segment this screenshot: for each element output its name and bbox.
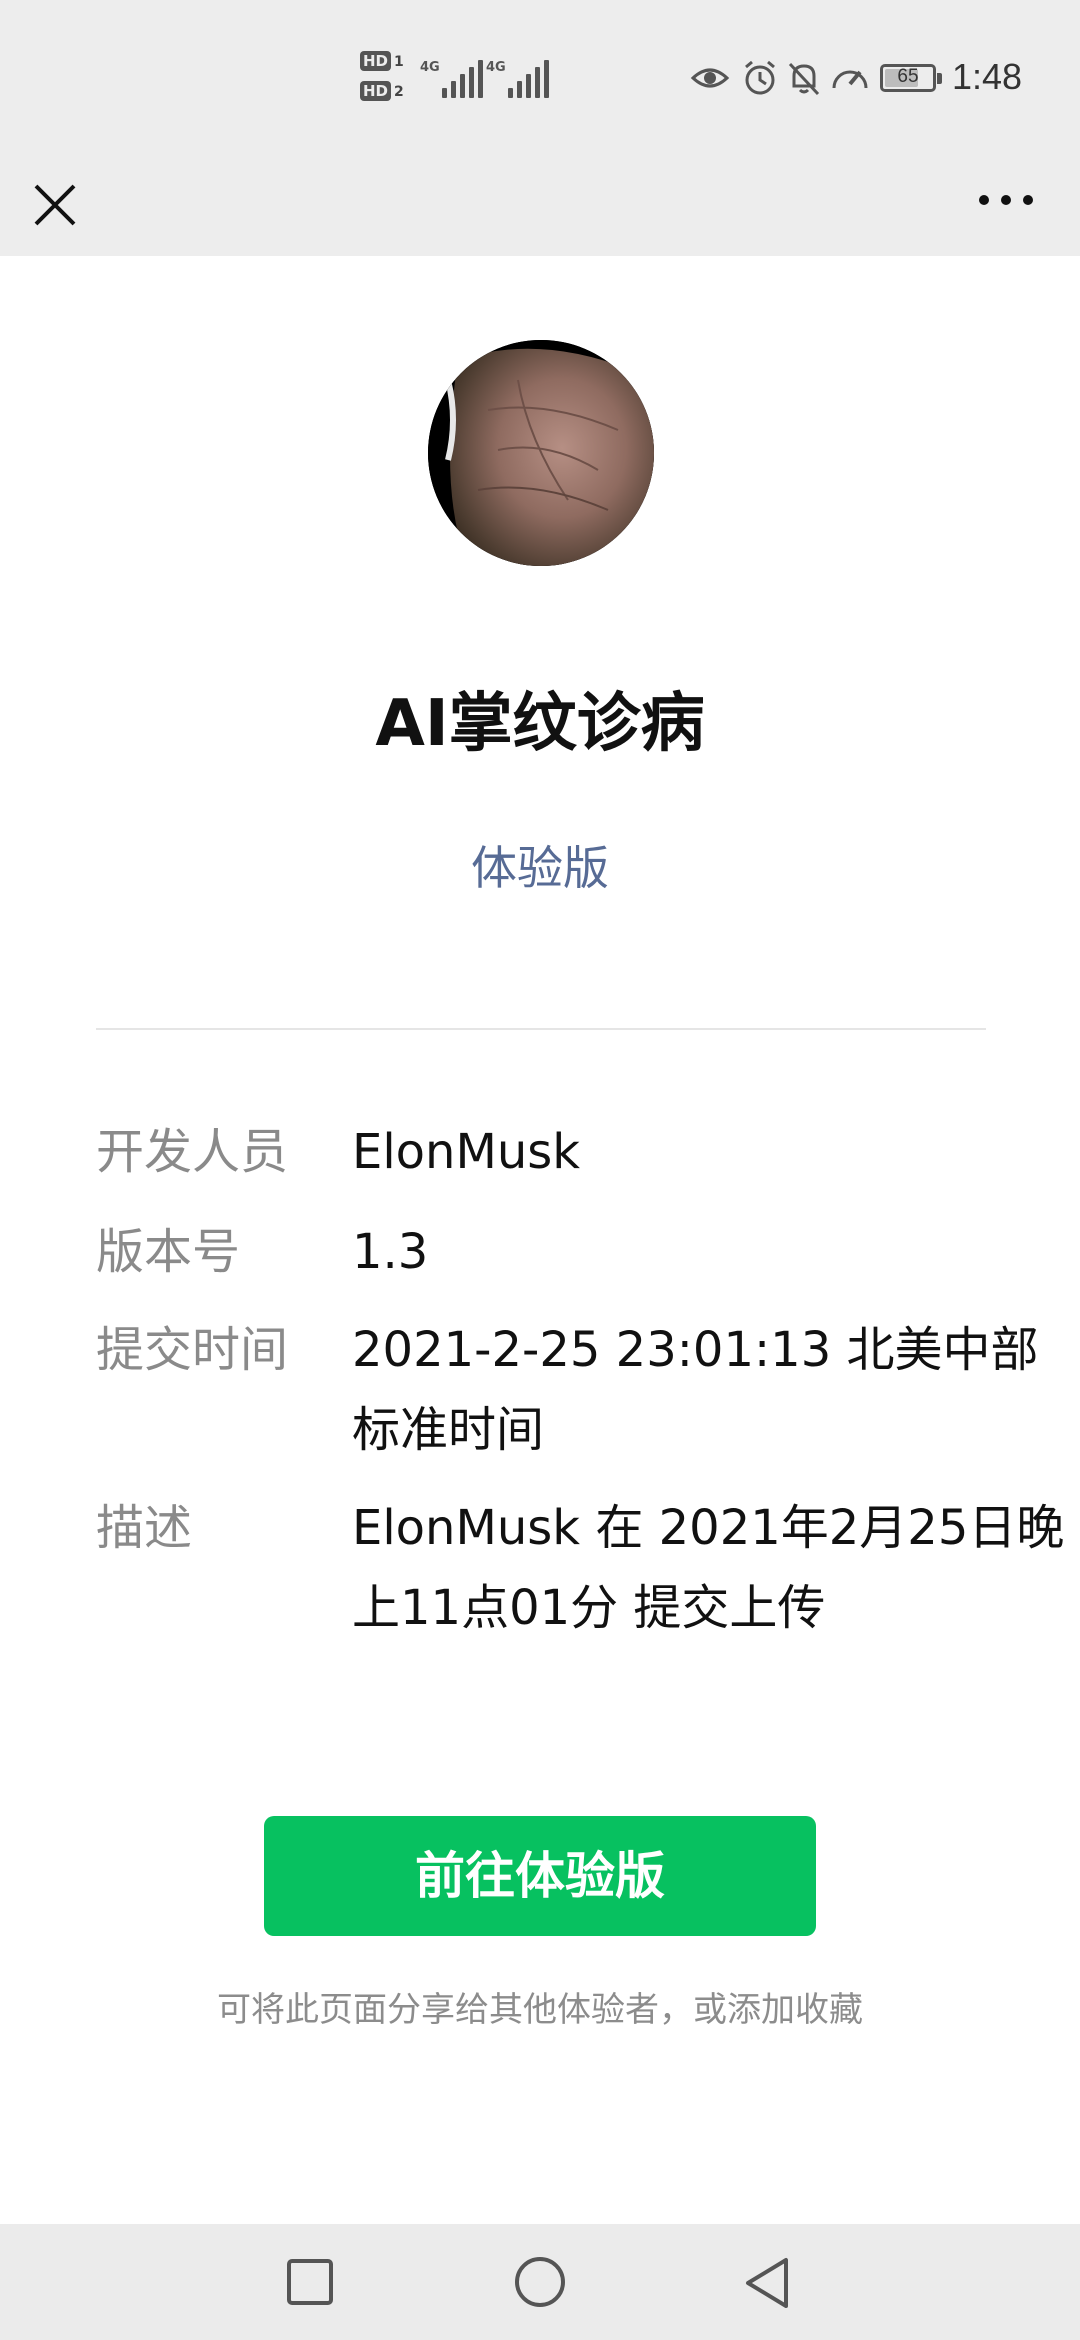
recents-square-icon[interactable] [284, 2256, 336, 2308]
info-value: ElonMusk 在 2021年2月25日晚上11点01分 提交上传 [352, 1500, 1065, 1636]
status-bar: HD 1 HD 2 4G 4G 65 1:48 [0, 0, 1080, 160]
mute-bell-icon [788, 62, 820, 96]
info-label: 提交时间 [96, 1322, 289, 1378]
open-trial-button[interactable]: 前往体验版 [264, 1816, 816, 1936]
battery-level: 65 [897, 66, 919, 87]
share-hint: 可将此页面分享给其他体验者，或添加收藏 [217, 1990, 863, 2030]
sim-hd-indicator: HD 1 HD 2 [360, 50, 412, 110]
app-title: AI掌纹诊病 [375, 687, 705, 761]
close-icon [34, 184, 76, 226]
info-row-developer: 开发人员 ElonMusk [96, 1112, 986, 1192]
info-value: ElonMusk [352, 1124, 581, 1180]
more-button[interactable] [976, 174, 1036, 224]
app-avatar [428, 340, 654, 566]
divider [96, 1028, 986, 1030]
home-circle-icon[interactable] [512, 2256, 568, 2312]
info-value: 1.3 [352, 1224, 429, 1280]
alarm-icon [745, 60, 775, 95]
eye-icon [690, 68, 730, 88]
info-label: 版本号 [96, 1224, 241, 1280]
system-nav-bar [0, 2224, 1080, 2340]
info-value: 2021-2-25 23:01:13 北美中部标准时间 [352, 1322, 1039, 1458]
info-row-submit-time: 提交时间 2021-2-25 23:01:13 北美中部标准时间 [96, 1310, 1039, 1470]
info-row-description: 描述 ElonMusk 在 2021年2月25日晚上11点01分 提交上传 [96, 1488, 1064, 1648]
back-triangle-icon[interactable] [742, 2256, 794, 2312]
info-label: 描述 [96, 1500, 193, 1556]
clock: 1:48 [952, 56, 1023, 97]
more-dots-icon [979, 195, 1033, 205]
close-button[interactable] [30, 170, 80, 230]
version-type-label: 体验版 [471, 841, 609, 895]
info-label: 开发人员 [96, 1124, 289, 1180]
top-nav-bar [0, 160, 1080, 256]
speed-gauge-icon [832, 70, 868, 89]
battery-icon: 65 [880, 64, 942, 92]
info-row-version: 版本号 1.3 [96, 1212, 986, 1292]
signal-icon: 4G [486, 58, 556, 98]
signal-icon: 4G [420, 58, 490, 98]
